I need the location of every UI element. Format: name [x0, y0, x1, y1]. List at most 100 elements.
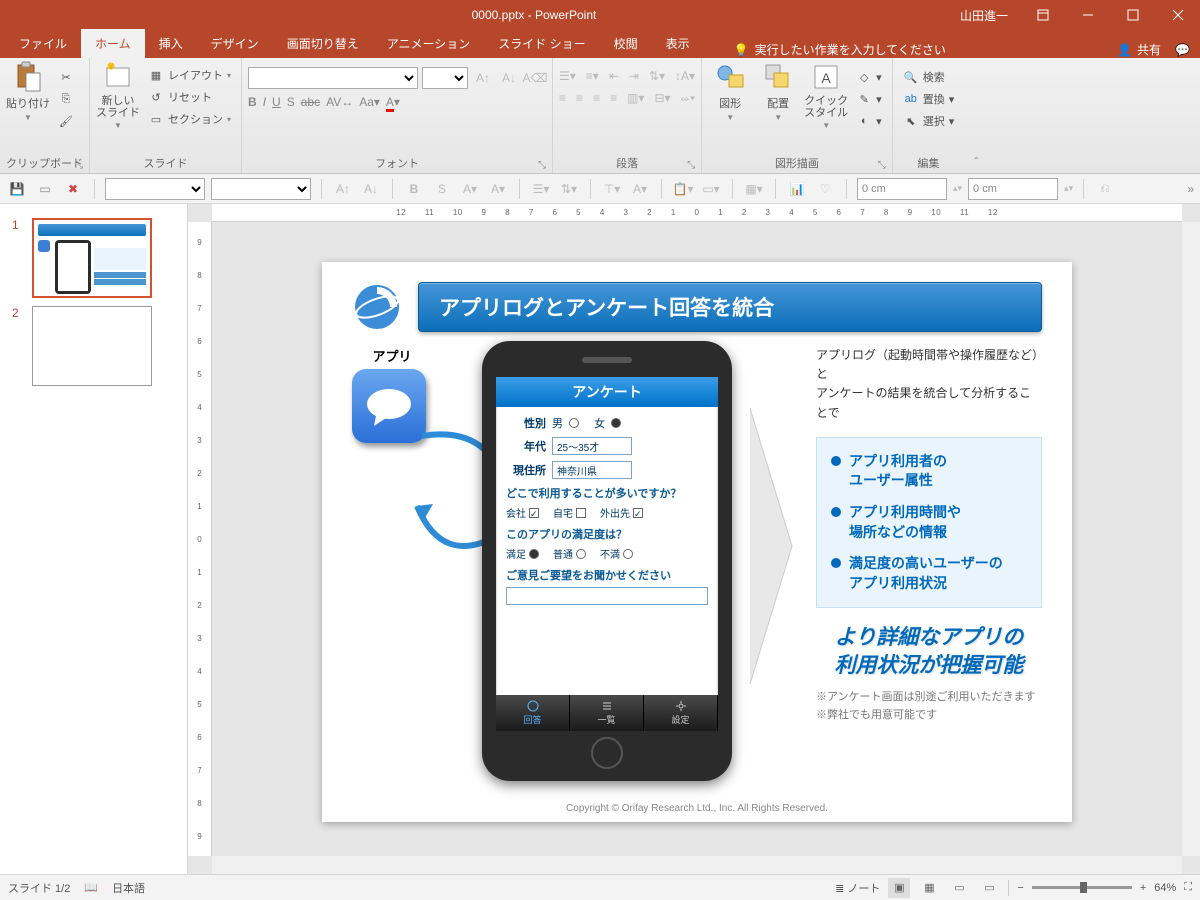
qat-icon-1[interactable]: ▭	[34, 178, 56, 200]
normal-view-button[interactable]: ▣	[888, 878, 910, 898]
tab-file[interactable]: ファイル	[5, 29, 81, 58]
zoom-in-button[interactable]: +	[1140, 882, 1146, 894]
align-center-button[interactable]: ≡	[576, 91, 583, 106]
user-name[interactable]: 山田進一	[948, 7, 1020, 24]
bullets-button[interactable]: ☰▾	[559, 69, 576, 83]
tab-review[interactable]: 校閲	[600, 29, 652, 58]
font-launcher[interactable]: ⤡	[538, 160, 546, 171]
justify-button[interactable]: ≡	[610, 91, 617, 106]
numbering-button[interactable]: ≡▾	[586, 69, 599, 83]
increase-font-icon[interactable]: A↑	[472, 67, 494, 89]
qat-icon-2[interactable]: ✖	[62, 178, 84, 200]
qat-align1[interactable]: ⊤▾	[601, 178, 623, 200]
underline-button[interactable]: U	[272, 95, 281, 109]
shape-outline-button[interactable]: ✎▾	[852, 89, 886, 109]
thumbnail-1[interactable]: 1	[0, 214, 187, 302]
change-case-button[interactable]: Aa▾	[359, 95, 380, 109]
tell-me[interactable]: 💡 実行したい作業を入力してください	[734, 41, 946, 58]
shapes-button[interactable]: 図形▼	[708, 61, 752, 122]
font-family-combo[interactable]	[248, 67, 418, 89]
paragraph-launcher[interactable]: ⤡	[687, 160, 695, 171]
font-color-button[interactable]: A▾	[386, 95, 400, 109]
ruler-vertical[interactable]: 9876543210123456789	[188, 222, 212, 856]
qat-arrange[interactable]: ▭▾	[700, 178, 722, 200]
bold-button[interactable]: B	[248, 95, 257, 109]
increase-indent-button[interactable]: ⇥	[629, 69, 639, 83]
qat-table[interactable]: ▦▾	[743, 178, 765, 200]
tab-view[interactable]: 表示	[652, 29, 704, 58]
tab-insert[interactable]: 挿入	[145, 29, 197, 58]
font-size-combo[interactable]	[422, 67, 468, 89]
decrease-indent-button[interactable]: ⇤	[609, 69, 619, 83]
qat-increase-font[interactable]: A↑	[332, 178, 354, 200]
new-slide-button[interactable]: 新しい スライド ▼	[96, 61, 140, 130]
reading-view-button[interactable]: ▭	[948, 878, 970, 898]
tab-slideshow[interactable]: スライド ショー	[484, 29, 599, 58]
tab-home[interactable]: ホーム	[81, 29, 145, 58]
slide-indicator[interactable]: スライド 1/2	[8, 880, 70, 896]
collapse-ribbon-button[interactable]: ˆ	[964, 58, 988, 173]
char-spacing-button[interactable]: AV↔	[326, 95, 353, 109]
italic-button[interactable]: I	[263, 95, 266, 109]
arrange-button[interactable]: 配置▼	[756, 61, 800, 122]
clipboard-launcher[interactable]: ⤡	[75, 160, 83, 171]
tab-design[interactable]: デザイン	[197, 29, 273, 58]
share-button[interactable]: 👤 共有	[1117, 41, 1161, 58]
strike-button[interactable]: abc	[301, 95, 320, 109]
decrease-font-icon[interactable]: A↓	[498, 67, 520, 89]
language-indicator[interactable]: 日本語	[112, 880, 145, 896]
smartart-button[interactable]: ⬰▾	[681, 91, 696, 106]
thumbnail-panel[interactable]: 1 2	[0, 204, 188, 874]
align-text-button[interactable]: ⊟▾	[654, 91, 670, 106]
drawing-launcher[interactable]: ⤡	[878, 160, 886, 171]
zoom-out-button[interactable]: −	[1017, 882, 1023, 894]
qat-combo-1[interactable]	[105, 178, 205, 200]
qat-combo-2[interactable]	[211, 178, 311, 200]
scrollbar-horizontal[interactable]	[212, 856, 1182, 874]
qat-more[interactable]: »	[1187, 182, 1194, 196]
quick-styles-button[interactable]: A クイック スタイル▼	[804, 61, 848, 130]
qat-fontcolor[interactable]: A▾	[459, 178, 481, 200]
ruler-horizontal[interactable]: 12 11 10 9 8 7 6 5 4 3 2 1 0 1 2 3 4 5 6…	[212, 204, 1182, 222]
find-button[interactable]: 🔍検索	[899, 67, 959, 87]
fit-to-window-button[interactable]: ⛶	[1184, 881, 1192, 894]
qat-chart[interactable]: 📊	[786, 178, 808, 200]
qat-spacing[interactable]: ⇅▾	[558, 178, 580, 200]
qat-highlight[interactable]: A▾	[487, 178, 509, 200]
tab-animations[interactable]: アニメーション	[373, 29, 485, 58]
qat-shadow[interactable]: S	[431, 178, 453, 200]
align-right-button[interactable]: ≡	[593, 91, 600, 106]
zoom-level[interactable]: 64%	[1154, 882, 1176, 894]
paste-button[interactable]: 貼り付け ▼	[6, 61, 50, 122]
qat-shape2[interactable]: ♡	[814, 178, 836, 200]
zoom-slider[interactable]	[1032, 886, 1132, 889]
ribbon-options-icon[interactable]	[1020, 0, 1065, 30]
layout-button[interactable]: ▦レイアウト▾	[144, 65, 235, 85]
clear-format-icon[interactable]: A⌫	[524, 67, 546, 89]
reset-button[interactable]: ↺リセット	[144, 87, 235, 107]
maximize-button[interactable]	[1110, 0, 1155, 30]
notes-button[interactable]: ≣ ノート	[835, 880, 880, 896]
slide-canvas[interactable]: アプリログとアンケート回答を統合 アプリ	[322, 262, 1072, 822]
spellcheck-icon[interactable]: 📖	[84, 881, 98, 894]
qat-undo-link[interactable]: ⎌	[1094, 178, 1116, 200]
align-left-button[interactable]: ≡	[559, 91, 566, 106]
close-button[interactable]	[1155, 0, 1200, 30]
line-spacing-button[interactable]: ⇅▾	[649, 69, 665, 83]
qat-decrease-font[interactable]: A↓	[360, 178, 382, 200]
qat-align2[interactable]: A▾	[629, 178, 651, 200]
height-input[interactable]	[968, 178, 1058, 200]
thumbnail-2[interactable]: 2	[0, 302, 187, 390]
shape-fill-button[interactable]: ◇▾	[852, 67, 886, 87]
text-direction-button[interactable]: ↕A▾	[675, 69, 695, 83]
qat-bold[interactable]: B	[403, 178, 425, 200]
comments-icon[interactable]: 💬	[1175, 43, 1190, 57]
cut-button[interactable]: ✂	[54, 67, 78, 87]
replace-button[interactable]: ab置換 ▾	[899, 89, 959, 109]
qat-paste[interactable]: 📋▾	[672, 178, 694, 200]
tab-transitions[interactable]: 画面切り替え	[273, 29, 373, 58]
save-icon[interactable]: 💾	[6, 178, 28, 200]
format-painter-button[interactable]: 🖌	[54, 111, 78, 131]
minimize-button[interactable]	[1065, 0, 1110, 30]
scrollbar-vertical[interactable]	[1182, 222, 1200, 856]
